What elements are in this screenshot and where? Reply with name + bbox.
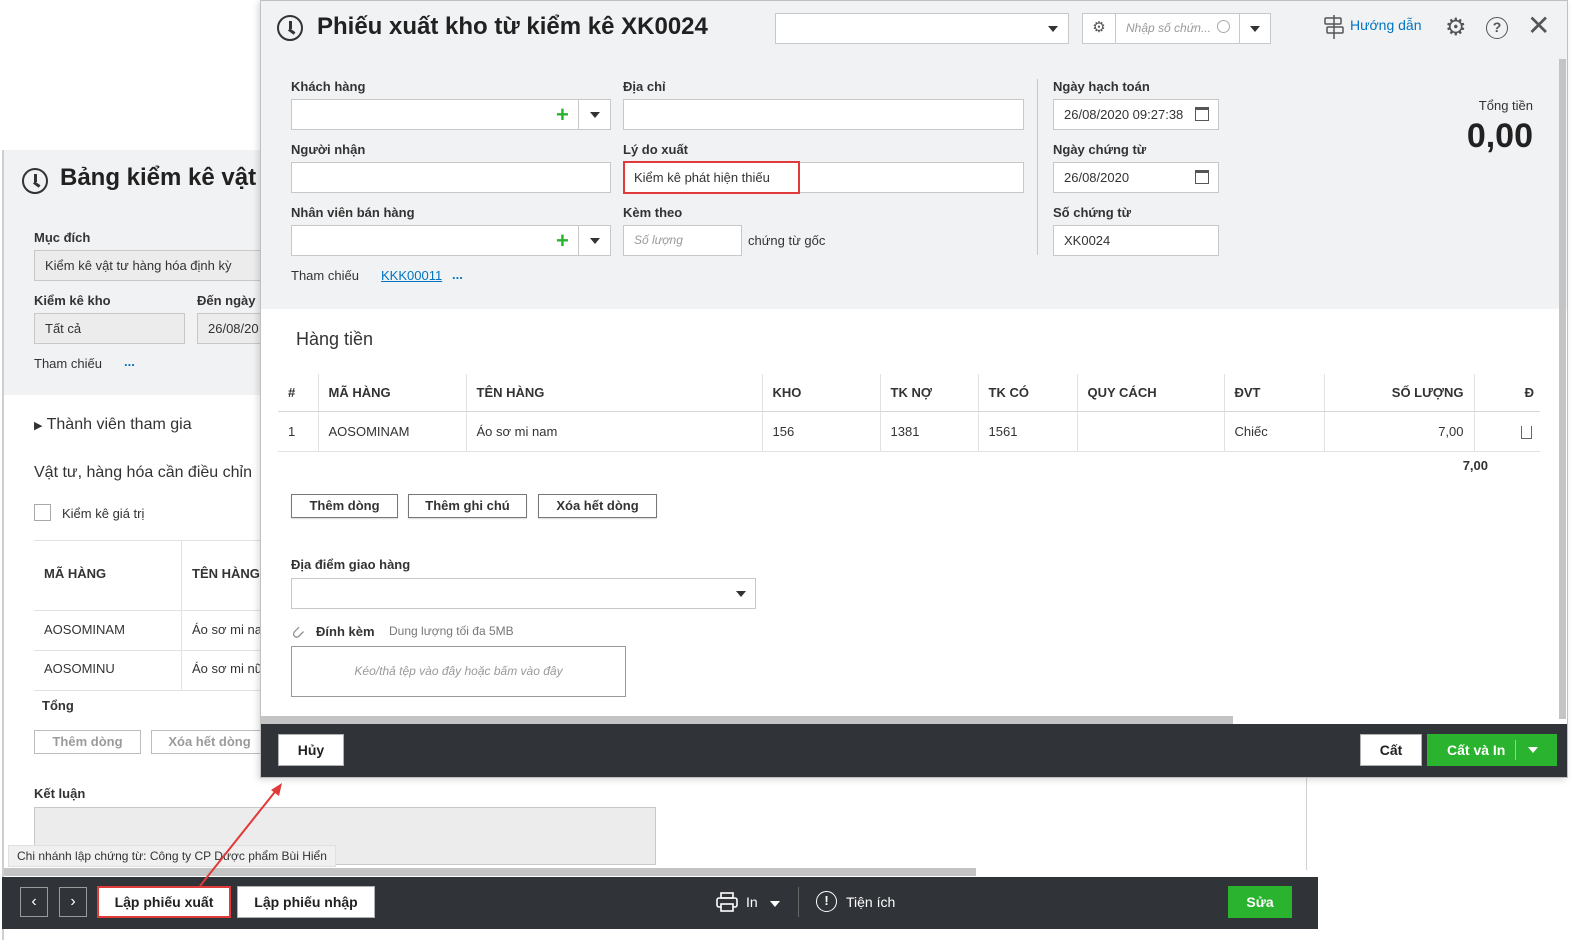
calendar-icon[interactable]: [1195, 107, 1209, 121]
salesperson-label: Nhân viên bán hàng: [291, 205, 415, 220]
cell-index: 1: [278, 411, 319, 452]
add-row-button[interactable]: Thêm dòng: [291, 494, 398, 518]
column-header: TÊN HÀNG: [466, 374, 763, 412]
cell-name[interactable]: Áo sơ mi nam: [466, 411, 763, 452]
attach-label: Đính kèm: [316, 624, 375, 639]
total-label: Tổng tiền: [1478, 98, 1533, 113]
delete-all-rows-button[interactable]: Xóa hết dòng: [538, 494, 657, 518]
goods-table: # MÃ HÀNG TÊN HÀNG KHO TK NỢ TK CÓ QUY C…: [278, 374, 1540, 452]
cell-warehouse[interactable]: 156: [762, 411, 881, 452]
doc-no-field[interactable]: XK0024: [1053, 225, 1219, 256]
add-icon[interactable]: +: [556, 104, 569, 126]
address-label: Địa chỉ: [623, 79, 666, 94]
vertical-scrollbar[interactable]: [1559, 59, 1566, 719]
reference-label: Tham chiếu: [291, 268, 359, 283]
chevron-down-icon[interactable]: [1528, 747, 1538, 753]
delivery-label: Địa điểm giao hàng: [291, 557, 411, 572]
signpost-icon[interactable]: [1323, 15, 1345, 39]
chevron-down-icon[interactable]: [1250, 26, 1260, 32]
posting-date-label: Ngày hạch toán: [1053, 79, 1150, 94]
address-field[interactable]: [623, 99, 1024, 130]
calendar-icon[interactable]: [1195, 170, 1209, 184]
paperclip-icon: ⊂: [287, 622, 309, 645]
reason-label: Lý do xuất: [623, 142, 689, 157]
table-row[interactable]: 1 AOSOMINAM Áo sơ mi nam 156 1381 1561 C…: [278, 411, 1540, 452]
cell-credit-account[interactable]: 1561: [978, 411, 1078, 452]
delete-row-cell[interactable]: [1474, 411, 1540, 452]
table-header-row: # MÃ HÀNG TÊN HÀNG KHO TK NỢ TK CÓ QUY C…: [278, 374, 1540, 412]
file-drop-zone[interactable]: Kéo/thả tệp vào đây hoặc bấm vào đây: [291, 646, 626, 697]
voucher-header-panel: [261, 1, 1567, 309]
search-input[interactable]: Nhập số chứn...: [1126, 21, 1211, 35]
cell-code[interactable]: AOSOMINAM: [318, 411, 467, 452]
column-header: SỐ LƯỢNG: [1324, 374, 1475, 412]
save-and-print-button[interactable]: Cất và In: [1427, 734, 1557, 766]
quantity-field[interactable]: Số lượng: [623, 225, 742, 256]
close-icon[interactable]: ✕: [1527, 9, 1550, 42]
attached-label: Kèm theo: [623, 205, 683, 220]
cell-unit[interactable]: Chiếc: [1224, 411, 1325, 452]
help-icon[interactable]: ?: [1486, 17, 1508, 39]
attach-limit: Dung lượng tối đa 5MB: [389, 624, 514, 638]
column-header: ĐVT: [1224, 374, 1325, 412]
dialog-title: Phiếu xuất kho từ kiểm kê XK0024: [317, 13, 708, 40]
search-icon[interactable]: [1217, 20, 1230, 33]
column-header: MÃ HÀNG: [318, 374, 467, 412]
gear-icon[interactable]: ⚙: [1083, 14, 1116, 43]
reference-link[interactable]: KKK00011: [381, 268, 442, 283]
doc-no-label: Số chứng từ: [1053, 205, 1132, 220]
cell-debit-account[interactable]: 1381: [880, 411, 979, 452]
chevron-down-icon[interactable]: [590, 112, 600, 118]
chevron-down-icon: [1048, 26, 1058, 32]
salesperson-field[interactable]: +: [291, 225, 611, 256]
original-docs-label: chứng từ gốc: [748, 233, 826, 248]
reference-more[interactable]: ...: [452, 267, 463, 282]
chevron-down-icon[interactable]: [590, 238, 600, 244]
trash-icon[interactable]: [1521, 426, 1532, 439]
doc-date-label: Ngày chứng từ: [1053, 142, 1147, 157]
doc-date-value: 26/08/2020: [1064, 170, 1130, 185]
voucher-type-select[interactable]: [775, 13, 1069, 44]
export-voucher-dialog: Phiếu xuất kho từ kiểm kê XK0024 ⚙ Nhập …: [260, 0, 1568, 778]
section-title: Hàng tiền: [296, 329, 374, 349]
guide-link[interactable]: Hướng dẫn: [1350, 17, 1421, 33]
column-header: KHO: [762, 374, 881, 412]
column-header: Đ: [1474, 374, 1540, 412]
reason-highlight[interactable]: Kiểm kê phát hiện thiếu: [623, 161, 800, 194]
add-note-button[interactable]: Thêm ghi chú: [408, 494, 527, 518]
save-button[interactable]: Cất: [1360, 734, 1422, 766]
cell-quantity[interactable]: 7,00: [1324, 411, 1475, 452]
posting-date-value: 26/08/2020 09:27:38: [1064, 107, 1184, 122]
total-value: 0,00: [1466, 117, 1533, 155]
receiver-field[interactable]: [291, 162, 611, 193]
column-header: TK CÓ: [978, 374, 1078, 412]
horizontal-scrollbar[interactable]: [261, 716, 1233, 724]
customer-label: Khách hàng: [291, 79, 366, 94]
settings-icon[interactable]: ⚙: [1445, 13, 1467, 42]
dialog-bottom-toolbar: Hủy Cất Cất và In: [261, 724, 1567, 777]
add-icon[interactable]: +: [556, 230, 569, 252]
cell-spec[interactable]: [1077, 411, 1225, 452]
column-header: TK NỢ: [880, 374, 979, 412]
column-header: #: [278, 374, 319, 412]
chevron-down-icon: [736, 591, 746, 597]
column-header: QUY CÁCH: [1077, 374, 1225, 412]
customer-field[interactable]: +: [291, 99, 611, 130]
cancel-button[interactable]: Hủy: [278, 734, 344, 766]
save-and-print-label: Cất và In: [1447, 742, 1506, 758]
delivery-select[interactable]: [291, 578, 756, 609]
history-icon[interactable]: [277, 15, 303, 41]
search-box[interactable]: ⚙ Nhập số chứn...: [1082, 13, 1271, 44]
receiver-label: Người nhận: [291, 142, 366, 157]
total-quantity: 7,00: [1462, 458, 1488, 473]
